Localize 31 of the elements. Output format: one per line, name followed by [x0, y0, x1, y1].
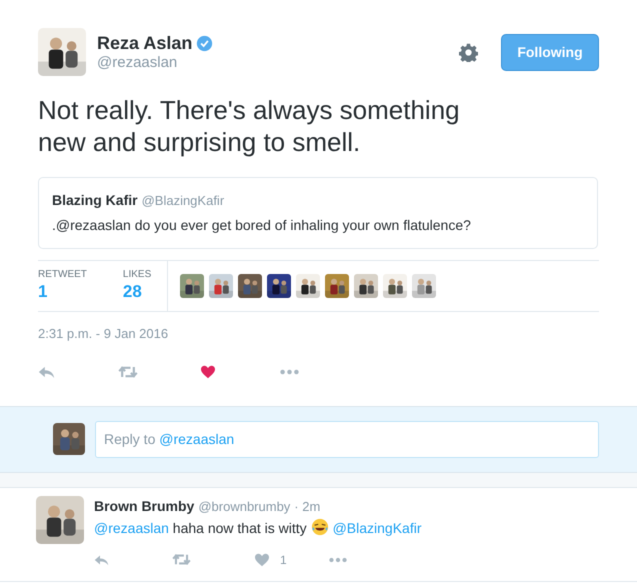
- stat-label: LIKES: [122, 269, 152, 281]
- like-count: 1: [280, 552, 287, 568]
- stat-count[interactable]: 28: [122, 281, 152, 303]
- reply-icon[interactable]: [38, 364, 55, 378]
- stat-label: RETWEET: [38, 269, 87, 281]
- reply-author-handle[interactable]: @brownbrumby: [198, 496, 290, 516]
- mention-link[interactable]: @BlazingKafir: [332, 520, 422, 536]
- reply-input-field[interactable]: Reply to @rezaaslan: [95, 420, 599, 458]
- settings-icon[interactable]: [459, 42, 478, 62]
- tweet-text: Not really. There's always something new and surprising to smell.: [38, 94, 461, 158]
- reply-text: @rezaaslan haha now that is witty @BlazingKafir: [94, 518, 422, 538]
- retweet-icon[interactable]: [118, 364, 138, 378]
- timestamp: 2:31 p.m. - 9 Jan 2016: [38, 325, 170, 343]
- quoted-author-name: Blazing Kafir: [52, 191, 138, 210]
- reply-author-name[interactable]: Brown Brumby: [94, 496, 194, 516]
- mention-link[interactable]: @rezaaslan: [94, 520, 169, 536]
- quoted-tweet-text: .@rezaaslan do you ever get bored of inhaling your own flatulence?: [52, 216, 472, 235]
- author-handle[interactable]: @rezaaslan: [97, 54, 214, 72]
- reply-time[interactable]: · 2m: [294, 496, 320, 516]
- like-icon[interactable]: [254, 552, 270, 566]
- quoted-tweet-card[interactable]: Blazing Kafir @BlazingKafir .@rezaaslan do you ever get bored of inhaling your own flatulence?: [38, 177, 598, 249]
- more-icon[interactable]: [280, 368, 299, 374]
- following-button[interactable]: Following: [501, 34, 599, 70]
- more-icon[interactable]: [328, 556, 347, 562]
- reply-icon[interactable]: [94, 554, 109, 566]
- laughing-emoji-icon: [310, 518, 329, 536]
- stat-count[interactable]: 1: [38, 281, 87, 303]
- like-icon[interactable]: [200, 364, 216, 378]
- retweet-icon[interactable]: [172, 553, 191, 566]
- author-name[interactable]: Reza Aslan: [97, 32, 192, 54]
- quoted-author-handle: @BlazingKafir: [142, 192, 224, 210]
